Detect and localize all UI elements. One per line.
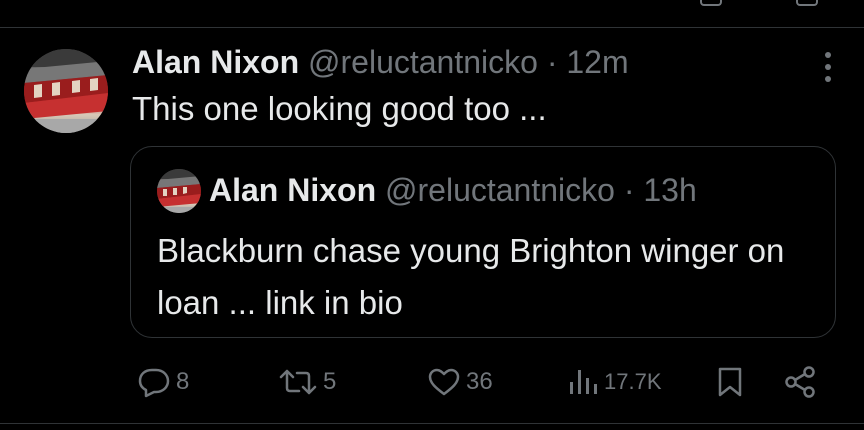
- header-separator: ·: [546, 44, 558, 80]
- reply-count: 8: [176, 368, 190, 395]
- stadium-avatar[interactable]: [24, 49, 108, 133]
- reply-icon: [138, 368, 170, 398]
- quoted-tweet-text: Blackburn chase young Brighton winger on…: [157, 232, 785, 321]
- bottom-divider: [0, 423, 864, 424]
- stadium-avatar-image: [24, 49, 108, 133]
- quoted-author-name: Alan Nixon: [209, 172, 377, 208]
- author-handle[interactable]: @reluctantnicko: [308, 44, 538, 80]
- quoted-tweet-timestamp: 13h: [643, 172, 697, 208]
- author-name[interactable]: Alan Nixon: [132, 44, 299, 80]
- views-count: 17.7K: [604, 369, 662, 394]
- quoted-stadium-avatar: [157, 169, 201, 213]
- heart-icon: [428, 368, 460, 396]
- share-button[interactable]: [782, 362, 818, 402]
- more-vertical-icon[interactable]: [822, 52, 834, 82]
- top-divider: [0, 27, 864, 28]
- quoted-avatar-image: [157, 169, 201, 213]
- reply-button[interactable]: 8: [134, 362, 189, 402]
- previous-bookmark-icon: [700, 0, 722, 6]
- retweet-count: 5: [323, 368, 337, 395]
- views-button[interactable]: 17.7K: [566, 362, 662, 402]
- like-button[interactable]: 36: [426, 362, 493, 402]
- quoted-header-separator: ·: [623, 172, 635, 208]
- tweet-text: This one looking good too ...: [132, 90, 547, 127]
- quoted-tweet-card[interactable]: Alan Nixon @reluctantnicko · 13h Blackbu…: [130, 146, 836, 338]
- quoted-tweet-header: Alan Nixon @reluctantnicko · 13h: [209, 170, 697, 210]
- bookmark-icon: [718, 367, 742, 397]
- quoted-author-handle: @reluctantnicko: [385, 172, 615, 208]
- bookmark-button[interactable]: [714, 362, 746, 402]
- previous-share-icon: [796, 0, 818, 6]
- analytics-icon: [570, 370, 597, 394]
- like-count: 36: [466, 368, 493, 395]
- share-icon: [785, 366, 815, 398]
- tweet-timestamp[interactable]: 12m: [566, 44, 628, 80]
- tweet-header: Alan Nixon @reluctantnicko · 12m: [132, 42, 629, 82]
- retweet-button[interactable]: 5: [277, 362, 336, 402]
- previous-tweet-actions-edge: [700, 0, 840, 8]
- retweet-icon: [279, 369, 317, 395]
- tweet-actions-bar: 8 5 36 17.7K: [132, 362, 832, 402]
